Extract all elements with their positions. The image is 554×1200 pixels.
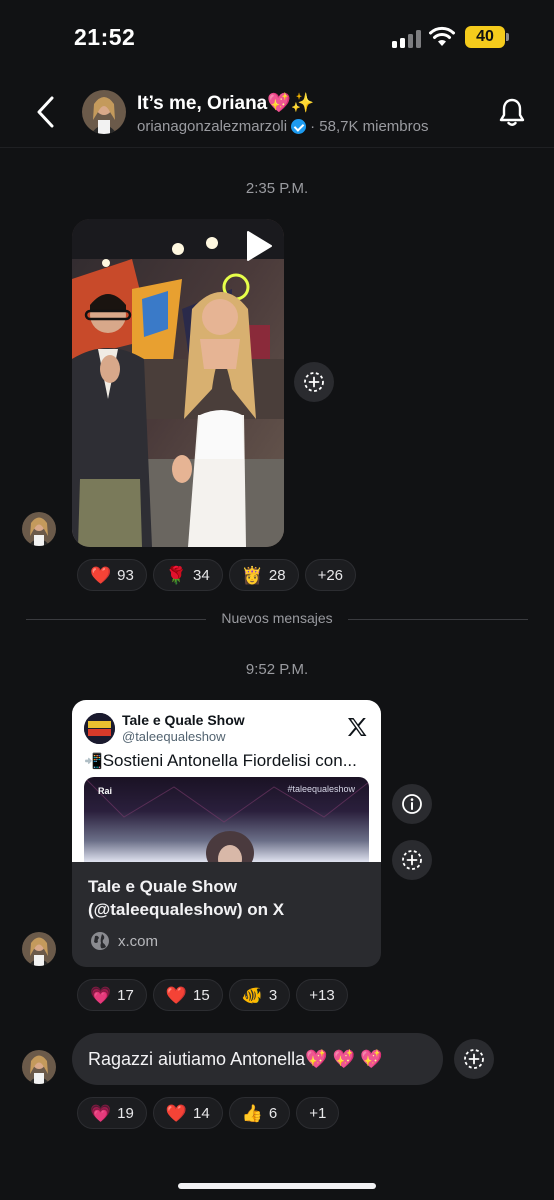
reaction-bar: ❤️ 93 🌹 34 👸 28 +26 — [77, 559, 357, 591]
reaction-count: +26 — [317, 566, 344, 584]
reaction-count: +1 — [309, 1104, 327, 1122]
info-button[interactable] — [392, 784, 432, 824]
tweet-image: Rai #taleequaleshow — [84, 777, 369, 862]
chat-header: It’s me, Oriana💖✨ orianagonzalezmarzoli … — [0, 76, 554, 148]
reaction-chip[interactable]: 💗 19 — [77, 1097, 147, 1129]
reaction-emoji: ❤️ — [165, 985, 188, 1005]
home-indicator[interactable] — [178, 1183, 376, 1189]
reaction-chip[interactable]: 👸 28 — [228, 559, 299, 591]
add-reaction-icon — [464, 1049, 484, 1069]
battery-indicator: 40 — [465, 26, 505, 48]
more-reactions-chip[interactable]: +1 — [296, 1097, 340, 1129]
reaction-emoji: 💗 — [90, 1103, 112, 1123]
more-reactions-chip[interactable]: +13 — [296, 979, 348, 1011]
sender-avatar[interactable] — [22, 932, 56, 966]
reaction-count: 19 — [117, 1104, 134, 1122]
reaction-chip[interactable]: ❤️ 93 — [77, 559, 147, 591]
reaction-chip[interactable]: 🌹 34 — [152, 559, 223, 591]
message-text: Ragazzi aiutiamo Antonella💖 💖 💖 — [88, 1048, 383, 1069]
video-thumbnail — [72, 219, 284, 547]
play-icon[interactable] — [244, 229, 274, 263]
image-brand: Rai — [98, 786, 113, 796]
battery-tip — [506, 33, 509, 41]
account-logo — [84, 713, 115, 744]
domain-text: x.com — [118, 932, 159, 950]
account-handle: @taleequaleshow — [122, 729, 226, 744]
chevron-left-icon — [37, 96, 54, 128]
sender-avatar[interactable] — [22, 512, 56, 546]
x-logo-icon — [348, 718, 367, 736]
tweet-preview: Tale e Quale Show @taleequaleshow 📲Sosti… — [72, 700, 381, 862]
info-icon — [402, 794, 422, 814]
channel-subtitle: orianagonzalezmarzoli · 58,7K miembros — [137, 118, 428, 135]
tweet-text: 📲Sostieni Antonella Fiordelisi con... — [84, 751, 374, 771]
reaction-bar: 💗 17 ❤️ 15 🐠 3 +13 — [77, 979, 348, 1011]
reaction-count: 34 — [193, 566, 210, 584]
reaction-count: +13 — [309, 986, 335, 1004]
reaction-count: 3 — [268, 986, 278, 1004]
wifi-icon — [429, 26, 455, 46]
reaction-chip[interactable]: 💗 17 — [77, 979, 147, 1011]
sender-avatar[interactable] — [22, 1050, 56, 1084]
phone-arrow-emoji: 📲 — [84, 753, 103, 770]
channel-title[interactable]: It’s me, Oriana💖✨ — [137, 91, 315, 115]
status-time: 21:52 — [74, 24, 136, 50]
timestamp: 9:52 P.M. — [245, 661, 309, 678]
reaction-emoji: 🌹 — [165, 565, 188, 585]
signal-icon — [392, 30, 422, 48]
channel-avatar[interactable] — [82, 90, 126, 134]
reaction-count: 15 — [193, 986, 210, 1004]
bell-icon — [499, 98, 525, 126]
add-reaction-button[interactable] — [454, 1039, 494, 1079]
new-messages-divider: Nuevos mensajes — [26, 610, 528, 626]
verified-badge-icon — [291, 119, 307, 134]
reaction-chip[interactable]: ❤️ 14 — [152, 1097, 223, 1129]
reaction-count: 17 — [117, 986, 134, 1004]
globe-icon — [91, 932, 109, 950]
status-bar: 21:52 40 — [0, 0, 554, 76]
reaction-chip[interactable]: 👍 6 — [228, 1097, 291, 1129]
link-title: Tale e Quale Show (@taleequaleshow) on X — [88, 877, 285, 919]
video-message[interactable] — [72, 219, 284, 547]
back-button[interactable] — [32, 94, 62, 130]
timestamp: 2:35 P.M. — [245, 180, 309, 197]
reaction-chip[interactable]: 🐠 3 — [228, 979, 291, 1011]
divider-label: Nuevos mensajes — [209, 610, 345, 626]
reaction-emoji: ❤️ — [165, 1103, 188, 1123]
reaction-emoji: 👸 — [241, 565, 263, 585]
reaction-count: 28 — [268, 566, 286, 584]
channel-username: orianagonzalezmarzoli — [137, 118, 288, 135]
add-reaction-icon — [304, 372, 324, 392]
reaction-emoji: 🐠 — [241, 985, 263, 1005]
text-message-bubble[interactable]: Ragazzi aiutiamo Antonella💖 💖 💖 — [72, 1033, 443, 1085]
add-reaction-button[interactable] — [294, 362, 334, 402]
notifications-button[interactable] — [496, 96, 528, 128]
image-hashtag: #taleequaleshow — [287, 784, 355, 794]
link-domain: x.com — [90, 931, 158, 951]
reaction-count: 93 — [117, 566, 134, 584]
reaction-emoji: 💗 — [90, 985, 112, 1005]
add-reaction-button[interactable] — [392, 840, 432, 880]
reaction-emoji: 👍 — [241, 1103, 263, 1123]
link-preview-card[interactable]: Tale e Quale Show @taleequaleshow 📲Sosti… — [72, 700, 381, 967]
account-name: Tale e Quale Show — [122, 712, 245, 728]
member-count: · 58,7K miembros — [310, 118, 429, 135]
reaction-emoji: ❤️ — [90, 565, 112, 585]
reaction-count: 6 — [268, 1104, 278, 1122]
more-reactions-chip[interactable]: +26 — [304, 559, 357, 591]
add-reaction-icon — [402, 850, 422, 870]
reaction-bar: 💗 19 ❤️ 14 👍 6 +1 — [77, 1097, 340, 1129]
reaction-chip[interactable]: ❤️ 15 — [152, 979, 223, 1011]
reaction-count: 14 — [193, 1104, 210, 1122]
tweet-text-body: Sostieni Antonella Fiordelisi con... — [102, 751, 357, 770]
